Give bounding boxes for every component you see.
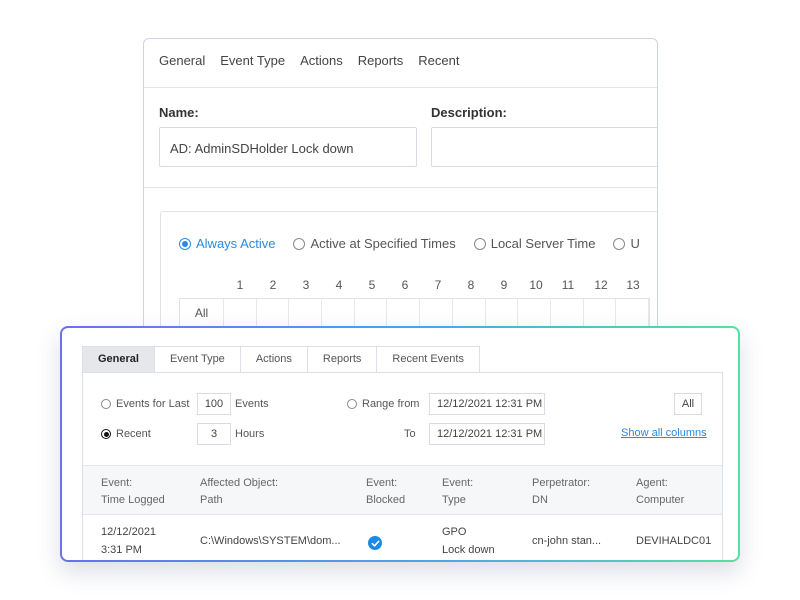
events-for-last-option[interactable]: Events for Last (101, 398, 189, 410)
name-label: Name: (159, 105, 199, 120)
hour-label: 8 (467, 278, 475, 292)
radio-selected-icon (179, 237, 191, 250)
table-header: Event: Time Logged Affected Object: Path… (83, 465, 722, 515)
hour-cell[interactable] (224, 299, 257, 327)
hours-unit-label: Hours (235, 428, 265, 440)
back-tab-recent[interactable]: Recent (418, 53, 459, 68)
hour-label: 13 (626, 278, 640, 292)
radio-icon (101, 399, 111, 409)
option-truncated[interactable]: U (613, 236, 640, 251)
col-path[interactable]: Affected Object: Path (200, 475, 278, 509)
cell-computer: DEVIHALDC01 (636, 535, 712, 547)
events-unit-label: Events (235, 398, 269, 410)
tab-actions[interactable]: Actions (240, 346, 308, 373)
show-all-columns-link[interactable]: Show all columns (621, 427, 707, 439)
radio-selected-icon (101, 429, 111, 439)
hour-label: 10 (529, 278, 543, 292)
hour-cell[interactable] (584, 299, 617, 327)
hour-label: 3 (302, 278, 310, 292)
col-time-logged[interactable]: Event: Time Logged (101, 475, 165, 509)
events-count-input[interactable]: 100 (197, 393, 231, 415)
cell-path: C:\Windows\SYSTEM\dom... (200, 535, 341, 547)
blocked-check-icon (368, 536, 382, 550)
hour-cell[interactable] (420, 299, 453, 327)
recent-events-card: General Event Type Actions Reports Recen… (62, 328, 738, 560)
hour-cell[interactable] (518, 299, 551, 327)
recent-option[interactable]: Recent (101, 428, 151, 440)
tab-reports[interactable]: Reports (307, 346, 378, 373)
option-specified-times[interactable]: Active at Specified Times (293, 236, 456, 251)
option-local-server-time[interactable]: Local Server Time (473, 236, 595, 251)
col-type[interactable]: Event: Type (442, 475, 473, 509)
tab-general[interactable]: General (82, 346, 155, 373)
hour-cell[interactable] (257, 299, 290, 327)
hour-cell[interactable] (486, 299, 519, 327)
tab-event-type[interactable]: Event Type (154, 346, 241, 373)
back-tab-bar: General Event Type Actions Reports Recen… (159, 53, 459, 68)
radio-icon (613, 237, 626, 250)
hour-label: 12 (594, 278, 608, 292)
hour-cell[interactable] (355, 299, 388, 327)
cell-perpetrator: cn-john stan... (532, 535, 602, 547)
col-computer[interactable]: Agent: Computer (636, 475, 684, 509)
hour-label: 5 (368, 278, 376, 292)
hour-cell[interactable] (289, 299, 323, 327)
hour-grid: All (179, 298, 650, 328)
col-blocked[interactable]: Event: Blocked (366, 475, 405, 509)
range-from-option[interactable]: Range from (347, 398, 419, 410)
col-perpetrator[interactable]: Perpetrator: DN (532, 475, 590, 509)
back-tab-reports[interactable]: Reports (358, 53, 404, 68)
schedule-options: Always Active Active at Specified Times … (179, 236, 640, 251)
tab-divider (144, 87, 657, 88)
cell-time-logged: 12/12/2021 3:31 PM (101, 526, 157, 556)
hour-label: 1 (236, 278, 244, 292)
hour-label: 7 (434, 278, 442, 292)
tab-recent-events[interactable]: Recent Events (377, 346, 480, 373)
radio-icon (293, 237, 306, 250)
hour-cell[interactable] (616, 299, 649, 327)
hour-cell[interactable] (551, 299, 584, 327)
range-from-input[interactable]: 12/12/2021 12:31 PM (429, 393, 545, 415)
schedule-panel: Always Active Active at Specified Times … (160, 211, 657, 337)
radio-icon (473, 237, 486, 250)
events-panel: Events for Last 100 Events Range from 12… (82, 372, 723, 560)
front-tab-bar: General Event Type Actions Reports Recen… (82, 346, 480, 373)
back-tab-actions[interactable]: Actions (300, 53, 343, 68)
cell-type: GPO Lock down (442, 526, 495, 556)
hour-cell[interactable] (453, 299, 486, 327)
back-tab-general[interactable]: General (159, 53, 205, 68)
recent-hours-input[interactable]: 3 (197, 423, 231, 445)
hour-label: 6 (401, 278, 409, 292)
hour-label: 4 (335, 278, 343, 292)
range-to-input[interactable]: 12/12/2021 12:31 PM (429, 423, 545, 445)
name-field[interactable]: AD: AdminSDHolder Lock down (159, 127, 417, 167)
section-divider (144, 187, 657, 188)
description-field[interactable] (431, 127, 657, 167)
description-label: Description: (431, 105, 507, 120)
radio-icon (347, 399, 357, 409)
recent-events-card-frame: General Event Type Actions Reports Recen… (60, 326, 740, 562)
back-tab-event-type[interactable]: Event Type (220, 53, 285, 68)
hour-cell[interactable] (322, 299, 355, 327)
hour-label: 2 (269, 278, 277, 292)
hour-cell[interactable] (387, 299, 421, 327)
hour-label: 11 (561, 278, 575, 292)
hour-label: 9 (500, 278, 508, 292)
all-hours-cell[interactable]: All (180, 299, 224, 327)
alert-settings-card: General Event Type Actions Reports Recen… (143, 38, 658, 338)
option-always-active[interactable]: Always Active (179, 236, 275, 251)
all-button[interactable]: All (674, 393, 702, 415)
to-label: To (404, 428, 416, 440)
